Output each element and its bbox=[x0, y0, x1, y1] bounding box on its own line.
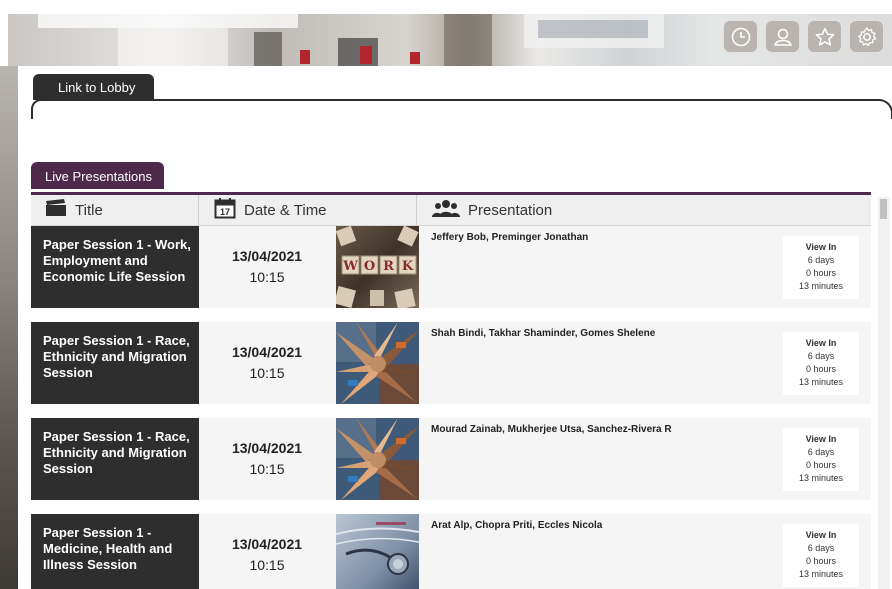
table-row[interactable]: Paper Session 1 - Medicine, Health and I… bbox=[31, 514, 871, 589]
countdown-hours: 0 hours bbox=[805, 556, 837, 566]
lobby-panel-border bbox=[31, 99, 892, 119]
main-panel: Link to Lobby Live Presentations Title 1… bbox=[18, 66, 892, 589]
countdown-days: 6 days bbox=[807, 447, 835, 457]
tab-live-presentations[interactable]: Live Presentations bbox=[31, 162, 164, 189]
countdown-minutes: 13 minutes bbox=[798, 281, 844, 291]
svg-text:O: O bbox=[364, 259, 375, 274]
session-time: 10:15 bbox=[249, 269, 285, 285]
countdown-box: View In 6 days 0 hours 13 minutes bbox=[783, 524, 859, 587]
session-date: 13/04/2021 bbox=[231, 248, 303, 264]
session-presenters: Mourad Zainab, Mukherjee Utsa, Sanchez-R… bbox=[431, 424, 672, 435]
countdown-days: 6 days bbox=[807, 255, 835, 265]
background-edge bbox=[0, 66, 18, 589]
session-time: 10:15 bbox=[249, 557, 285, 573]
session-time: 10:15 bbox=[249, 461, 285, 477]
view-in-label: View In bbox=[805, 530, 837, 540]
svg-text:R: R bbox=[383, 259, 394, 274]
countdown-hours: 0 hours bbox=[805, 268, 837, 278]
column-header-date[interactable]: 17 Date & Time bbox=[199, 195, 417, 225]
countdown-minutes: 13 minutes bbox=[798, 377, 844, 387]
countdown-box: View In 6 days 0 hours 13 minutes bbox=[783, 236, 859, 299]
table-row[interactable]: Paper Session 1 - Work, Employment and E… bbox=[31, 226, 871, 308]
view-in-label: View In bbox=[805, 242, 837, 252]
column-presentation-label: Presentation bbox=[468, 201, 553, 219]
hands-image bbox=[336, 418, 419, 500]
column-header-presentation[interactable]: Presentation bbox=[417, 195, 552, 225]
session-title: Paper Session 1 - Race, Ethnicity and Mi… bbox=[31, 322, 199, 404]
hands-image bbox=[336, 322, 419, 404]
view-in-label: View In bbox=[805, 434, 837, 444]
column-date-label: Date & Time bbox=[244, 201, 327, 219]
clapperboard-icon bbox=[45, 199, 67, 221]
gear-icon[interactable] bbox=[849, 20, 884, 53]
user-icon[interactable] bbox=[765, 20, 800, 53]
session-datetime: 13/04/2021 10:15 bbox=[199, 514, 335, 589]
session-presenters: Jeffery Bob, Preminger Jonathan bbox=[431, 232, 589, 243]
calendar-icon: 17 bbox=[214, 197, 236, 223]
tab-link-to-lobby[interactable]: Link to Lobby bbox=[33, 74, 154, 100]
table-row[interactable]: Paper Session 1 - Race, Ethnicity and Mi… bbox=[31, 418, 871, 500]
session-datetime: 13/04/2021 10:15 bbox=[199, 418, 335, 500]
svg-text:W: W bbox=[342, 259, 358, 274]
countdown-minutes: 13 minutes bbox=[798, 569, 844, 579]
session-title: Paper Session 1 - Work, Employment and E… bbox=[31, 226, 199, 308]
countdown-hours: 0 hours bbox=[805, 364, 837, 374]
countdown-days: 6 days bbox=[807, 351, 835, 361]
session-time: 10:15 bbox=[249, 365, 285, 381]
countdown-box: View In 6 days 0 hours 13 minutes bbox=[783, 428, 859, 491]
session-title: Paper Session 1 - Race, Ethnicity and Mi… bbox=[31, 418, 199, 500]
work-image: W O R K bbox=[336, 226, 419, 308]
svg-text:K: K bbox=[402, 259, 414, 274]
column-header-title[interactable]: Title bbox=[31, 195, 199, 225]
table-row[interactable]: Paper Session 1 - Race, Ethnicity and Mi… bbox=[31, 322, 871, 404]
countdown-hours: 0 hours bbox=[805, 460, 837, 470]
svg-text:17: 17 bbox=[220, 207, 230, 217]
scrollbar-thumb[interactable] bbox=[880, 199, 887, 219]
clock-icon[interactable] bbox=[723, 20, 758, 53]
countdown-minutes: 13 minutes bbox=[798, 473, 844, 483]
table-header: Title 17 Date & Time Presentation bbox=[31, 192, 871, 226]
session-datetime: 13/04/2021 10:15 bbox=[199, 322, 335, 404]
column-title-label: Title bbox=[75, 201, 103, 219]
countdown-days: 6 days bbox=[807, 543, 835, 553]
scrollbar[interactable] bbox=[878, 197, 890, 589]
people-icon bbox=[432, 199, 460, 221]
session-datetime: 13/04/2021 10:15 bbox=[199, 226, 335, 308]
countdown-box: View In 6 days 0 hours 13 minutes bbox=[783, 332, 859, 395]
header-toolbar bbox=[723, 20, 884, 53]
session-date: 13/04/2021 bbox=[231, 440, 303, 456]
session-presenters: Arat Alp, Chopra Priti, Eccles Nicola bbox=[431, 520, 603, 531]
star-icon[interactable] bbox=[807, 20, 842, 53]
view-in-label: View In bbox=[805, 338, 837, 348]
session-date: 13/04/2021 bbox=[231, 536, 303, 552]
stethoscope-image bbox=[336, 514, 419, 589]
session-presenters: Shah Bindi, Takhar Shaminder, Gomes Shel… bbox=[431, 328, 656, 339]
session-title: Paper Session 1 - Medicine, Health and I… bbox=[31, 514, 199, 589]
session-date: 13/04/2021 bbox=[231, 344, 303, 360]
